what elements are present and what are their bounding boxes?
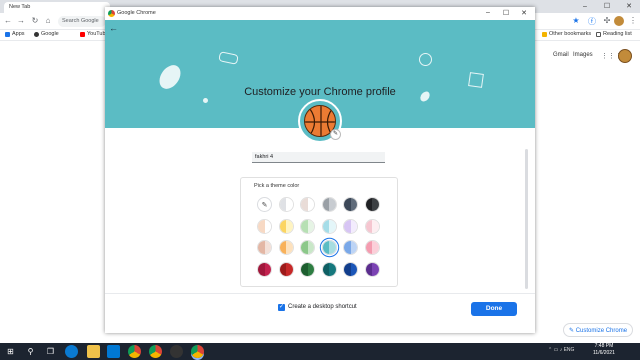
gmail-link[interactable]: Gmail — [553, 52, 569, 58]
theme-swatch[interactable] — [343, 240, 358, 255]
facebook-extension-icon[interactable]: ⓕ — [587, 16, 597, 27]
customize-chrome-label: Customize Chrome — [575, 328, 628, 334]
dialog-maximize-icon[interactable]: ☐ — [497, 9, 515, 17]
theme-swatch[interactable] — [300, 261, 315, 277]
pencil-icon: ✎ — [332, 131, 339, 137]
custom-color-button[interactable]: ✎ — [257, 197, 272, 212]
theme-swatch[interactable] — [343, 197, 358, 212]
theme-swatch[interactable] — [321, 218, 337, 234]
theme-swatch[interactable] — [321, 261, 337, 277]
desktop-shortcut-checkbox[interactable]: ✓ — [278, 304, 285, 311]
dialog-title: Google Chrome — [117, 10, 156, 16]
circle-shape — [419, 53, 432, 66]
theme-swatch[interactable] — [300, 218, 315, 234]
clock-date: 11/6/2021 — [593, 350, 615, 356]
dialog-heading: Customize your Chrome profile — [244, 86, 396, 98]
extensions-icon[interactable]: ✣ — [602, 16, 612, 25]
theme-swatch[interactable] — [364, 261, 380, 277]
close-icon[interactable]: ✕ — [618, 0, 640, 13]
dot-shape — [203, 98, 208, 103]
theme-swatch[interactable] — [364, 197, 380, 212]
star-icon[interactable]: ★ — [571, 16, 581, 25]
omnibox-text: Search Google — [62, 18, 99, 24]
apps-icon — [5, 31, 10, 37]
theme-swatch[interactable] — [278, 261, 294, 277]
edge-icon[interactable] — [65, 345, 78, 358]
dialog-titlebar: Google Chrome — [105, 7, 535, 20]
tab-title: New Tab — [9, 4, 31, 10]
customize-chrome-button[interactable]: ✎ Customize Chrome — [563, 323, 633, 337]
theme-swatch[interactable] — [257, 240, 272, 255]
theme-swatch[interactable] — [278, 218, 294, 234]
theme-swatch[interactable] — [321, 240, 337, 255]
divider — [105, 293, 535, 294]
menu-icon[interactable]: ⋮ — [628, 16, 638, 25]
omnibox[interactable]: Search Google — [58, 16, 106, 27]
chrome-icon — [108, 10, 115, 17]
desktop-shortcut-label: Create a desktop shortcut — [288, 304, 357, 310]
chrome-taskbar-icon[interactable] — [149, 345, 162, 358]
done-button[interactable]: Done — [471, 302, 517, 316]
other-bookmarks-label: Other bookmarks — [549, 31, 592, 37]
bookmark-apps[interactable]: Apps — [5, 31, 25, 37]
reading-list[interactable]: Reading list — [596, 31, 632, 37]
theme-swatch[interactable] — [257, 218, 272, 234]
theme-swatch[interactable] — [364, 240, 380, 255]
file-explorer-icon[interactable] — [87, 345, 100, 358]
theme-swatch[interactable] — [364, 218, 380, 234]
search-icon[interactable]: ⚲ — [24, 345, 37, 358]
theme-swatch[interactable] — [321, 197, 337, 212]
theme-swatch[interactable] — [300, 240, 315, 255]
windows-start-icon[interactable]: ⊞ — [4, 345, 17, 358]
chrome-active-taskbar-icon[interactable] — [191, 345, 204, 358]
pencil-icon: ✎ — [261, 201, 268, 209]
reading-list-icon — [596, 31, 601, 37]
reading-list-label: Reading list — [603, 31, 632, 37]
home-icon[interactable]: ⌂ — [43, 16, 53, 25]
theme-picker-label: Pick a theme color — [254, 183, 300, 189]
reload-icon[interactable]: ↻ — [30, 16, 40, 25]
bookmark-label: Apps — [12, 31, 25, 37]
forward-icon[interactable]: → — [16, 16, 26, 25]
profile-name-field[interactable] — [252, 152, 385, 163]
images-link[interactable]: Images — [573, 52, 593, 58]
store-icon[interactable] — [107, 345, 120, 358]
back-arrow-icon[interactable]: ← — [109, 23, 118, 33]
theme-swatch[interactable] — [257, 261, 272, 277]
scrollbar[interactable] — [525, 149, 528, 289]
google-icon — [34, 31, 39, 37]
youtube-icon — [80, 31, 85, 37]
bookmark-google[interactable]: Google — [34, 31, 59, 37]
clock-time: 7:48 PM — [594, 343, 614, 349]
theme-swatch[interactable] — [278, 197, 294, 212]
system-tray[interactable]: ⌃ ▭ ♪ ENG — [548, 347, 574, 353]
app-taskbar-icon[interactable] — [170, 345, 183, 358]
pill-shape — [218, 51, 239, 65]
chrome-taskbar-icon[interactable] — [128, 345, 141, 358]
theme-swatch[interactable] — [343, 261, 358, 277]
minimize-icon[interactable]: – — [574, 0, 596, 13]
profile-avatar-icon[interactable] — [614, 16, 624, 26]
theme-swatch[interactable] — [300, 197, 315, 212]
back-icon[interactable]: ← — [3, 16, 13, 25]
avatar[interactable] — [618, 49, 632, 63]
task-view-icon[interactable]: ❐ — [44, 345, 57, 358]
bookmark-label: Google — [41, 31, 59, 37]
language-indicator: ENG — [563, 347, 575, 353]
edit-avatar-button[interactable]: ✎ — [330, 129, 341, 140]
profile-dialog: Google Chrome – ☐ ✕ ← Customize your Chr… — [105, 7, 535, 333]
tab-new-tab[interactable]: New Tab — [4, 2, 110, 13]
other-bookmarks[interactable]: Other bookmarks — [542, 31, 591, 37]
maximize-icon[interactable]: ☐ — [596, 0, 618, 13]
theme-swatch[interactable] — [343, 218, 358, 234]
dialog-minimize-icon[interactable]: – — [479, 9, 497, 16]
taskbar-clock[interactable]: 7:48 PM 11/6/2021 — [593, 343, 615, 357]
theme-swatch[interactable] — [278, 240, 294, 255]
dialog-close-icon[interactable]: ✕ — [515, 9, 533, 17]
window-controls: – ☐ ✕ — [574, 0, 640, 13]
folder-icon — [542, 31, 547, 37]
